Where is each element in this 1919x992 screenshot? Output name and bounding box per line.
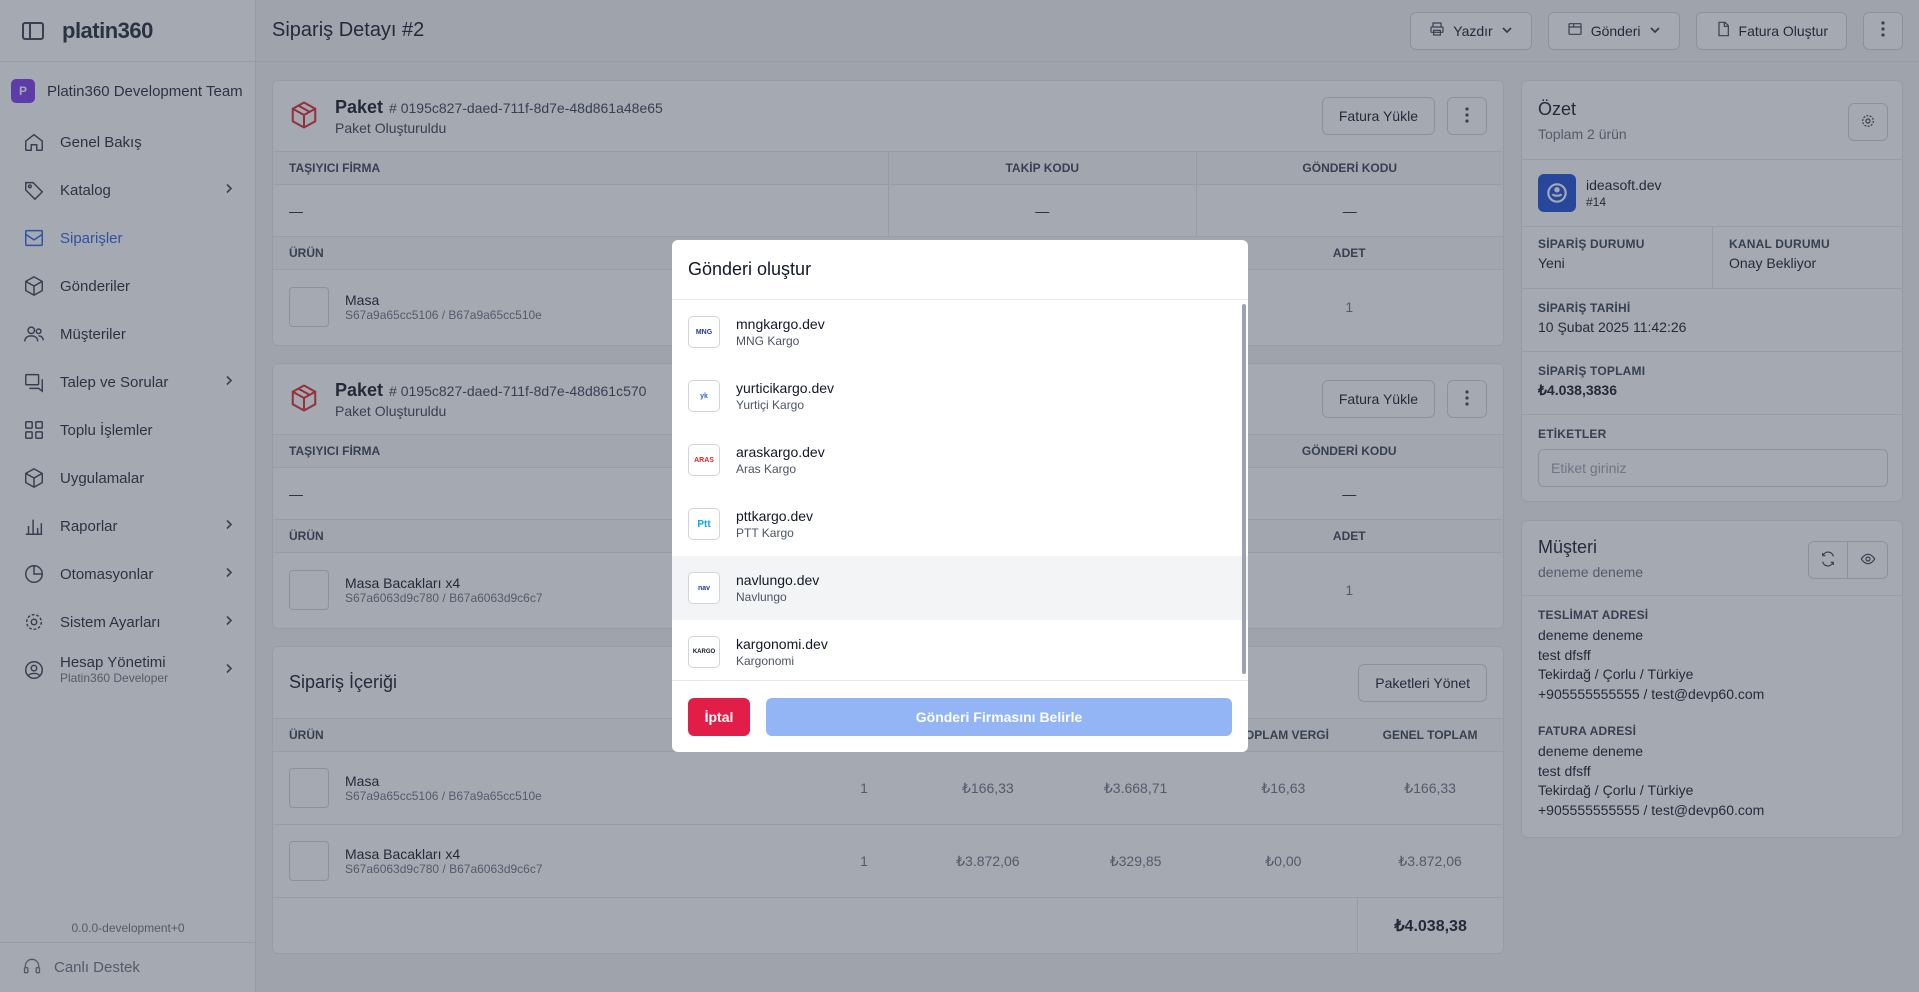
carrier-name: pttkargo.dev (736, 508, 814, 524)
carrier-name: kargonomi.dev (736, 636, 828, 652)
carrier-list: MNG mngkargo.dev MNG Kargo yk yurticikar… (672, 300, 1248, 680)
carrier-option-ptt[interactable]: Ptt pttkargo.dev PTT Kargo (672, 492, 1248, 556)
carrier-subtitle: PTT Kargo (736, 526, 794, 540)
navlungo-logo-icon: nav (688, 572, 720, 604)
carrier-logo-text: KARGO (692, 649, 716, 655)
carrier-option-kargonomi[interactable]: KARGO kargonomi.dev Kargonomi (672, 620, 1248, 680)
create-shipment-modal: Gönderi oluştur MNG mngkargo.dev MNG Kar… (672, 240, 1248, 752)
carrier-logo-text: Ptt (697, 518, 711, 530)
carrier-name: mngkargo.dev (736, 316, 825, 332)
carrier-subtitle: Yurtiçi Kargo (736, 398, 805, 412)
carrier-logo-text: yk (700, 392, 708, 400)
modal-footer: İptal Gönderi Firmasını Belirle (672, 680, 1248, 752)
carrier-logo-text: nav (697, 584, 711, 592)
carrier-subtitle: MNG Kargo (736, 334, 800, 348)
aras-logo-icon: ARAS (688, 444, 720, 476)
carrier-option-aras[interactable]: ARAS araskargo.dev Aras Kargo (672, 428, 1248, 492)
select-carrier-button[interactable]: Gönderi Firmasını Belirle (766, 697, 1232, 736)
carrier-option-mng[interactable]: MNG mngkargo.dev MNG Kargo (672, 300, 1248, 364)
cancel-button[interactable]: İptal (688, 697, 750, 736)
carrier-name: yurticikargo.dev (736, 380, 835, 396)
carrier-option-yurtici[interactable]: yk yurticikargo.dev Yurtiçi Kargo (672, 364, 1248, 428)
carrier-subtitle: Aras Kargo (736, 462, 797, 476)
kargonomi-logo-icon: KARGO (688, 636, 720, 668)
carrier-option-navlungo[interactable]: nav navlungo.dev Navlungo (672, 556, 1248, 620)
carrier-name: navlungo.dev (736, 572, 820, 588)
yurtici-logo-icon: yk (688, 380, 720, 412)
mng-logo-icon: MNG (688, 316, 720, 348)
modal-title: Gönderi oluştur (672, 240, 1248, 300)
carrier-name: araskargo.dev (736, 444, 825, 460)
carrier-list-scrollbar[interactable] (1242, 304, 1246, 674)
ptt-logo-icon: Ptt (688, 508, 720, 540)
carrier-subtitle: Navlungo (736, 590, 787, 604)
carrier-subtitle: Kargonomi (736, 654, 795, 668)
carrier-logo-text: ARAS (694, 456, 714, 464)
carrier-logo-text: MNG (695, 328, 713, 336)
